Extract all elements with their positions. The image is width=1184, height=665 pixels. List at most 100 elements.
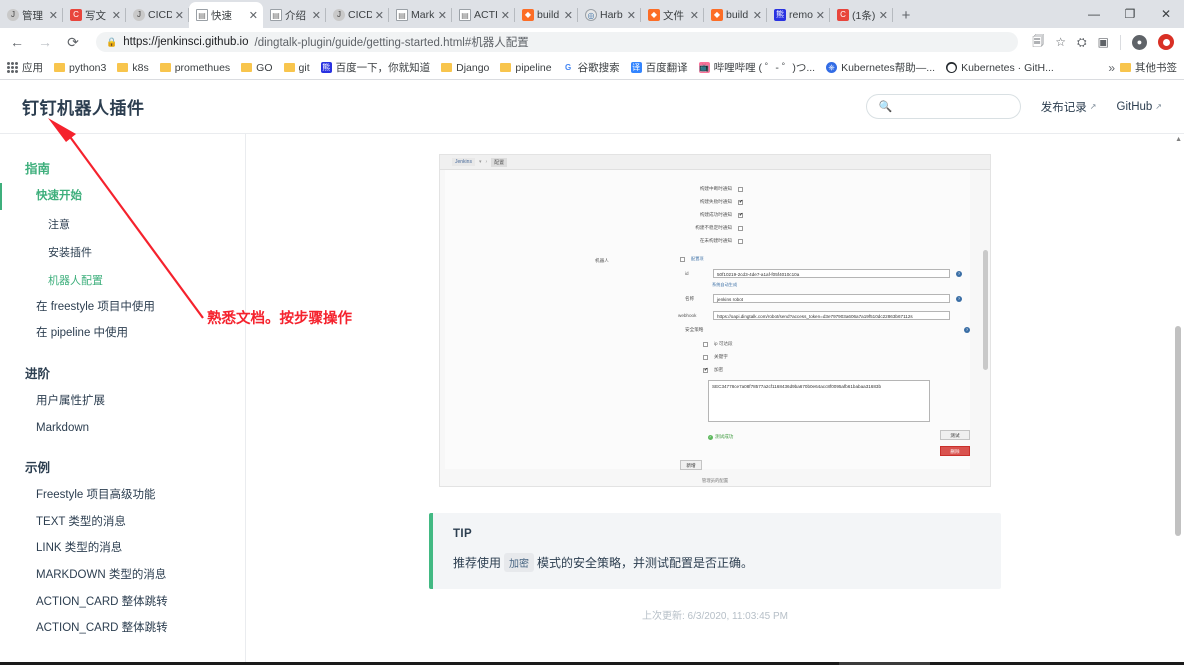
- close-icon[interactable]: ✕: [690, 9, 699, 22]
- github-link[interactable]: GitHub ↗: [1117, 101, 1163, 113]
- name-input[interactable]: jenkins robot: [713, 294, 950, 303]
- close-icon[interactable]: ✕: [112, 9, 121, 22]
- close-icon[interactable]: ✕: [753, 9, 762, 22]
- bookmark-item[interactable]: ⬤ Kubernetes · GitH...: [946, 62, 1054, 74]
- close-window-button[interactable]: ✕: [1148, 0, 1184, 28]
- sidebar-item-action-card-2[interactable]: ACTION_CARD 整体跳转: [0, 615, 245, 642]
- browser-tab[interactable]: ◆ 文件 ✕: [641, 2, 704, 28]
- bookmark-star-icon[interactable]: ☆: [1055, 35, 1066, 49]
- bookmark-item[interactable]: G 谷歌搜索: [562, 60, 620, 75]
- new-tab-button[interactable]: +: [893, 2, 919, 28]
- sidebar-item-action-card-1[interactable]: ACTION_CARD 整体跳转: [0, 589, 245, 616]
- bookmark-item[interactable]: git: [283, 62, 310, 74]
- browser-tab[interactable]: ◎ Harb ✕: [578, 2, 641, 28]
- account-avatar-icon[interactable]: [1158, 34, 1174, 50]
- release-notes-link[interactable]: 发布记录 ↗: [1041, 99, 1097, 115]
- forward-icon[interactable]: →: [36, 34, 54, 50]
- browser-tab[interactable]: 熊 remo ✕: [767, 2, 830, 28]
- secret-textarea[interactable]: SEC34778ce7a08f78577a2cf1168436d9ba670b0…: [708, 380, 930, 422]
- close-icon[interactable]: ✕: [501, 9, 510, 22]
- test-button[interactable]: 测试: [940, 430, 970, 440]
- reload-icon[interactable]: ⟳: [64, 34, 82, 51]
- sidebar-subitem-robot-config[interactable]: 机器人配置: [0, 266, 245, 294]
- bookmark-item[interactable]: pipeline: [500, 62, 552, 74]
- close-icon[interactable]: ✕: [249, 9, 258, 22]
- browser-tab[interactable]: J 管理 ✕: [0, 2, 63, 28]
- help-icon[interactable]: ?: [964, 327, 970, 333]
- profile-icon[interactable]: ●: [1132, 34, 1147, 50]
- close-icon[interactable]: ✕: [375, 9, 384, 22]
- close-icon[interactable]: ✕: [564, 9, 573, 22]
- bookmark-item[interactable]: python3: [54, 62, 106, 74]
- sidebar-item-freestyle-advanced[interactable]: Freestyle 项目高级功能: [0, 482, 245, 509]
- bookmark-other-folder[interactable]: 其他书签: [1120, 60, 1177, 75]
- notify-checkbox[interactable]: [738, 238, 743, 244]
- security-checkbox[interactable]: [703, 367, 708, 373]
- help-icon[interactable]: ?: [956, 295, 962, 302]
- config-toggle-checkbox[interactable]: [680, 256, 685, 262]
- add-button[interactable]: 新增: [680, 460, 702, 470]
- notify-checkbox[interactable]: [738, 225, 743, 231]
- delete-button[interactable]: 删除: [940, 446, 970, 456]
- translate-icon[interactable]: 🗐: [1032, 32, 1044, 53]
- maximize-button[interactable]: ❐: [1112, 0, 1148, 28]
- browser-tab[interactable]: J CICD ✕: [126, 2, 189, 28]
- sidebar-item-user-attrs[interactable]: 用户属性扩展: [0, 388, 245, 415]
- close-icon[interactable]: ✕: [879, 9, 888, 22]
- browser-tab[interactable]: C (1条) ✕: [830, 2, 893, 28]
- scroll-up-arrow[interactable]: ▲: [1175, 136, 1182, 143]
- sidebar-item-link-message[interactable]: LINK 类型的消息: [0, 535, 245, 562]
- search-box[interactable]: 🔍: [865, 94, 1021, 119]
- notify-checkbox[interactable]: [738, 212, 743, 218]
- bookmark-item[interactable]: 译 百度翻译: [630, 60, 688, 75]
- browser-tab[interactable]: ▤ 介绍 ✕: [263, 2, 326, 28]
- bookmark-item[interactable]: GO: [241, 62, 273, 74]
- bookmark-item[interactable]: ⎈ Kubernetes帮助—...: [826, 60, 935, 75]
- browser-tab-active[interactable]: ▤ 快速 ✕: [189, 2, 263, 28]
- sidebar-item-text-message[interactable]: TEXT 类型的消息: [0, 509, 245, 536]
- bookmark-item[interactable]: k8s: [117, 62, 149, 74]
- browser-tab[interactable]: ◆ build ✕: [704, 2, 767, 28]
- close-icon[interactable]: ✕: [627, 9, 636, 22]
- close-icon[interactable]: ✕: [816, 9, 825, 22]
- close-icon[interactable]: ✕: [49, 9, 58, 22]
- bookmark-item[interactable]: Django: [441, 62, 489, 74]
- sidebar-item-getting-started[interactable]: 快速开始: [0, 183, 245, 210]
- extension-icon[interactable]: ⛭: [1077, 35, 1087, 50]
- notify-option-row: 在未构建时通知: [676, 238, 743, 244]
- sidebar-subitem-notice[interactable]: 注意: [0, 210, 245, 238]
- screenshot-footer: 管理员的配置: [701, 478, 729, 483]
- id-input[interactable]: 50f10219-2cd3-4de7-a1af-f05f4010c10a: [713, 269, 950, 278]
- bookmarks-overflow-button[interactable]: »: [1108, 61, 1115, 75]
- browser-tab[interactable]: C 写文 ✕: [63, 2, 126, 28]
- address-bar[interactable]: 🔒 https://jenkinsci.github.io/dingtalk-p…: [96, 32, 1019, 52]
- search-input[interactable]: [898, 100, 1008, 113]
- close-icon[interactable]: ✕: [438, 9, 447, 22]
- help-icon[interactable]: ?: [956, 270, 962, 277]
- webhook-input[interactable]: https://oapi.dingtalk.com/robot/send?acc…: [713, 311, 950, 320]
- scrollbar-thumb[interactable]: [1175, 326, 1181, 536]
- browser-tab[interactable]: ▤ ACTI ✕: [452, 2, 515, 28]
- bookmark-item[interactable]: 📺 哔哩哔哩 ( ゜- ゜)つ...: [698, 60, 815, 75]
- browser-tab[interactable]: ▤ Mark ✕: [389, 2, 452, 28]
- sidebar-item-markdown[interactable]: Markdown: [0, 415, 245, 442]
- close-icon[interactable]: ✕: [175, 9, 184, 22]
- page-scrollbar[interactable]: [1173, 134, 1183, 662]
- sidebar-subitem-install-plugin[interactable]: 安装插件: [0, 238, 245, 266]
- security-checkbox[interactable]: [703, 354, 708, 360]
- security-checkbox[interactable]: [703, 341, 708, 347]
- close-icon[interactable]: ✕: [312, 9, 321, 22]
- bookmark-item[interactable]: promethues: [159, 62, 230, 74]
- bookmark-item[interactable]: 熊 百度一下，你就知道: [320, 60, 430, 75]
- browser-tab[interactable]: ◆ build ✕: [515, 2, 578, 28]
- minimize-button[interactable]: —: [1076, 0, 1112, 28]
- notify-checkbox[interactable]: [738, 186, 743, 192]
- back-icon[interactable]: ←: [8, 34, 26, 50]
- excel-extension-icon[interactable]: ▣: [1098, 35, 1109, 49]
- sidebar-item-markdown-message[interactable]: MARKDOWN 类型的消息: [0, 562, 245, 589]
- security-option-row: 加密: [703, 367, 723, 373]
- notify-checkbox[interactable]: [738, 199, 743, 205]
- browser-tab[interactable]: J CICD ✕: [326, 2, 389, 28]
- bookmark-apps[interactable]: 应用: [7, 60, 43, 75]
- bookmark-label: python3: [69, 61, 107, 74]
